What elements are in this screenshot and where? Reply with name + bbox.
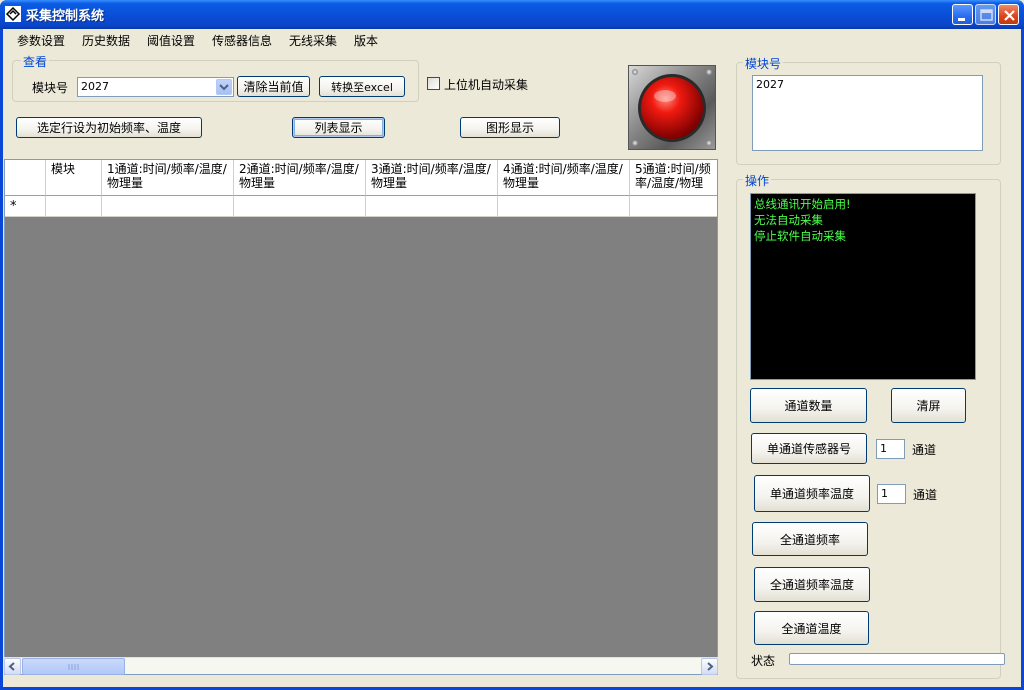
menu-history[interactable]: 历史数据: [82, 32, 130, 49]
menu-bar: 参数设置 历史数据 阈值设置 传感器信息 无线采集 版本: [3, 29, 1021, 49]
single-channel-sensor-button[interactable]: 单通道传感器号: [751, 433, 867, 464]
all-channel-temp-button[interactable]: 全通道温度: [754, 611, 869, 645]
new-row-marker: *: [10, 199, 17, 214]
column-header-module[interactable]: 模块: [46, 160, 102, 196]
graph-view-button[interactable]: 图形显示: [460, 117, 560, 138]
single-channel-freq-temp-button[interactable]: 单通道频率温度: [754, 475, 870, 512]
menu-threshold[interactable]: 阈值设置: [147, 32, 195, 49]
module-label: 模块号: [32, 81, 69, 95]
column-header-ch3[interactable]: 3通道:时间/频率/温度/物理量: [366, 160, 498, 196]
window-title: 采集控制系统: [26, 9, 105, 24]
table-cell[interactable]: [498, 196, 630, 217]
column-header-ch1[interactable]: 1通道:时间/频率/温度/物理量: [102, 160, 234, 196]
table-cell[interactable]: [366, 196, 498, 217]
single-freq-temp-channel-input[interactable]: 1: [877, 484, 906, 504]
column-header-ch5[interactable]: 5通道:时间/频率/温度/物理: [630, 160, 717, 196]
export-excel-button[interactable]: 转换至excel: [319, 76, 405, 97]
single-sensor-channel-input[interactable]: 1: [876, 439, 905, 459]
red-light-icon: [638, 74, 706, 142]
module-select-value: 2027: [81, 80, 109, 93]
title-bar[interactable]: 采集控制系统: [0, 0, 1024, 29]
minimize-button[interactable]: [952, 4, 973, 25]
scrollbar-thumb[interactable]: [22, 658, 125, 675]
menu-version[interactable]: 版本: [354, 32, 378, 49]
status-label: 状态: [751, 654, 776, 668]
scroll-left-icon[interactable]: [4, 658, 21, 675]
all-channel-freq-temp-button[interactable]: 全通道频率温度: [754, 567, 870, 602]
table-cell[interactable]: [234, 196, 366, 217]
status-progress-bar: [789, 653, 1005, 665]
auto-collect-checkbox[interactable]: [427, 77, 440, 90]
log-line: 无法自动采集: [754, 213, 823, 227]
log-console[interactable]: 总线通讯开始启用! 无法自动采集 停止软件自动采集: [750, 193, 976, 380]
menu-sensor-info[interactable]: 传感器信息: [212, 32, 272, 49]
horizontal-scrollbar[interactable]: [4, 657, 718, 675]
view-group-label: 查看: [21, 53, 50, 70]
data-grid[interactable]: 模块 1通道:时间/频率/温度/物理量 2通道:时间/频率/温度/物理量 3通道…: [4, 159, 718, 675]
maximize-button[interactable]: [975, 4, 996, 25]
table-cell[interactable]: [102, 196, 234, 217]
auto-collect-label: 上位机自动采集: [444, 78, 529, 92]
status-indicator-light: [628, 65, 716, 150]
chevron-down-icon[interactable]: [216, 79, 232, 95]
set-initial-button[interactable]: 选定行设为初始频率、温度: [16, 117, 202, 138]
menu-params[interactable]: 参数设置: [17, 32, 65, 49]
module-group-label: 模块号: [743, 55, 784, 72]
column-header-ch4[interactable]: 4通道:时间/频率/温度/物理量: [498, 160, 630, 196]
menu-wireless[interactable]: 无线采集: [289, 32, 337, 49]
module-textbox[interactable]: 2027: [752, 75, 983, 151]
table-cell[interactable]: [630, 196, 717, 217]
app-icon: [5, 6, 21, 22]
clear-screen-button[interactable]: 清屏: [891, 388, 966, 423]
grid-header: 模块 1通道:时间/频率/温度/物理量 2通道:时间/频率/温度/物理量 3通道…: [5, 160, 717, 196]
close-button[interactable]: [998, 4, 1019, 25]
client-area: 参数设置 历史数据 阈值设置 传感器信息 无线采集 版本 查看 模块号 2027…: [3, 29, 1021, 687]
row-header[interactable]: *: [5, 196, 46, 217]
row-header-corner: [5, 160, 46, 196]
single-freq-temp-channel-unit: 通道: [913, 488, 938, 502]
all-channel-freq-button[interactable]: 全通道频率: [752, 522, 868, 556]
column-header-ch2[interactable]: 2通道:时间/频率/温度/物理量: [234, 160, 366, 196]
list-view-button[interactable]: 列表显示: [292, 117, 385, 138]
single-sensor-channel-unit: 通道: [912, 443, 937, 457]
clear-current-button[interactable]: 清除当前值: [237, 76, 310, 97]
scroll-right-icon[interactable]: [701, 658, 718, 675]
app-window: 采集控制系统 参数设置 历史数据 阈值设置 传感器信息 无线采集 版本 查看 模…: [0, 0, 1024, 690]
log-line: 停止软件自动采集: [754, 229, 846, 243]
log-line: 总线通讯开始启用!: [754, 197, 851, 211]
channel-count-button[interactable]: 通道数量: [750, 388, 867, 423]
module-select[interactable]: 2027: [77, 77, 234, 97]
table-cell[interactable]: [46, 196, 102, 217]
operation-group-label: 操作: [743, 172, 772, 189]
